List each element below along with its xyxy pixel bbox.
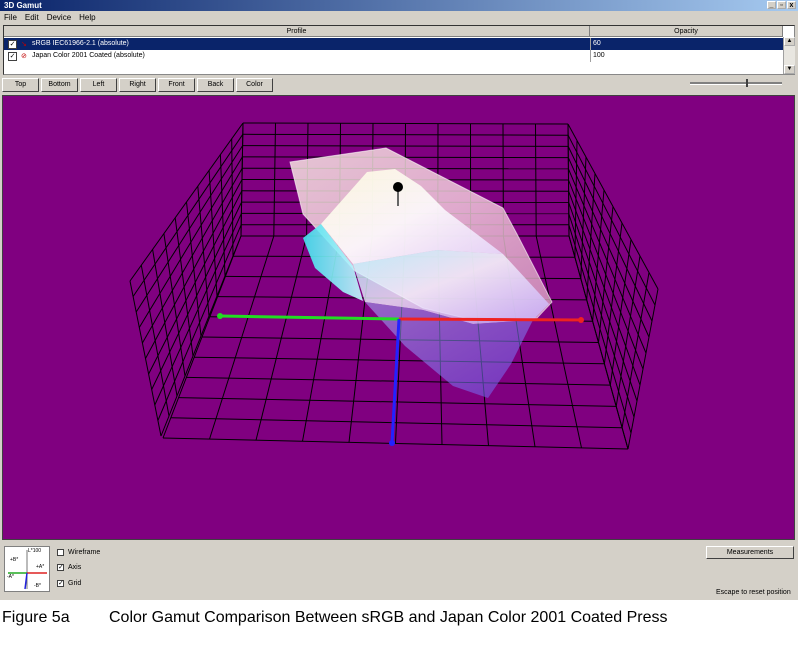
menu-device[interactable]: Device (47, 13, 71, 22)
gamut-3d-viewport[interactable] (2, 95, 795, 540)
profile-opacity[interactable]: 60 (590, 38, 601, 50)
figure-number: Figure 5a (2, 609, 70, 626)
wireframe-checkbox[interactable] (57, 549, 64, 556)
profile-row-japan-color[interactable]: ✓ ⊘ Japan Color 2001 Coated (absolute) 1… (4, 50, 783, 62)
grid-label: Grid (68, 580, 82, 587)
menu-bar: File Edit Device Help (0, 11, 798, 24)
grid-line (231, 138, 234, 257)
caption-text: Color Gamut Comparison Between sRGB and … (109, 609, 668, 626)
view-back-button[interactable]: Back (197, 78, 234, 92)
reset-hint: Escape to reset position (716, 589, 791, 596)
profile-row-srgb[interactable]: ✓ ↘ sRGB IEC61966-2.1 (absolute) 60 (4, 38, 783, 50)
grid-line (242, 133, 569, 136)
axis-label-minus-a: -A* (7, 574, 14, 580)
menu-edit[interactable]: Edit (25, 13, 39, 22)
a-axis-green-end (217, 313, 223, 319)
app-window: 3D Gamut _ ▫ x File Edit Device Help Profil… (0, 0, 798, 600)
axis-label-l: L*100 (28, 548, 42, 554)
axis-label-plus-b: +B* (10, 557, 19, 563)
orientation-axis-widget: L*100 +B* -A* +A* -B* (4, 546, 50, 592)
profile-visible-checkbox[interactable]: ✓ (8, 40, 17, 49)
grid-line (140, 265, 170, 417)
window-title: 3D Gamut (4, 1, 42, 10)
view-left-button[interactable]: Left (80, 78, 117, 92)
profile-opacity[interactable]: 100 (590, 50, 605, 62)
b-axis-blue-end (389, 440, 395, 446)
a-axis-negative-green (219, 314, 400, 321)
menu-help[interactable]: Help (79, 13, 95, 22)
grid-line (242, 122, 569, 125)
scroll-down-icon[interactable]: ▼ (784, 65, 795, 74)
view-right-button[interactable]: Right (119, 78, 156, 92)
profile-name: sRGB IEC61966-2.1 (absolute) (32, 40, 129, 47)
title-bar: 3D Gamut _ ▫ x (0, 0, 798, 11)
grid-checkbox[interactable]: ✓ (57, 580, 64, 587)
wireframe-label: Wireframe (68, 549, 101, 556)
view-top-button[interactable]: Top (2, 78, 39, 92)
a-axis-red-end (578, 317, 584, 323)
profile-color-icon: ⊘ (21, 53, 27, 60)
minimize-button[interactable]: _ (767, 1, 776, 9)
axis-label-minus-b: -B* (34, 583, 41, 589)
figure-caption: Figure 5a Color Gamut Comparison Between… (2, 608, 668, 628)
zoom-slider[interactable] (690, 79, 782, 88)
maximize-button[interactable]: ▫ (777, 1, 786, 9)
profile-color-icon: ↘ (21, 41, 27, 48)
l-axis-white-point (393, 182, 403, 192)
a-axis-positive-red (398, 317, 582, 322)
grid-line (242, 145, 569, 147)
profile-name: Japan Color 2001 Coated (absolute) (32, 52, 145, 59)
scroll-up-icon[interactable]: ▲ (784, 37, 795, 46)
grid-line (163, 233, 186, 377)
view-color-button[interactable]: Color (236, 78, 273, 92)
view-front-button[interactable]: Front (158, 78, 195, 92)
axis-label-plus-a: +A* (36, 564, 45, 570)
measurements-button[interactable]: Measurements (706, 546, 794, 559)
profile-visible-checkbox[interactable]: ✓ (8, 52, 17, 61)
column-header-opacity[interactable]: Opacity (590, 26, 783, 37)
axis-label: Axis (68, 564, 82, 571)
axis-checkbox[interactable]: ✓ (57, 564, 64, 571)
close-button[interactable]: x (787, 1, 796, 9)
column-header-profile[interactable]: Profile (4, 26, 590, 37)
slider-track (690, 82, 782, 85)
profiles-table: Profile Opacity ✓ ↘ sRGB IEC61966-2.1 (a… (3, 25, 795, 75)
view-bottom-button[interactable]: Bottom (41, 78, 78, 92)
slider-thumb[interactable] (746, 79, 748, 87)
menu-file[interactable]: File (4, 13, 17, 22)
table-scrollbar[interactable]: ▲ ▼ (783, 37, 795, 74)
gamut-3d-render (129, 122, 659, 450)
view-toolbar: Top Bottom Left Right Front Back Color (2, 78, 273, 92)
grid-line (567, 123, 570, 237)
